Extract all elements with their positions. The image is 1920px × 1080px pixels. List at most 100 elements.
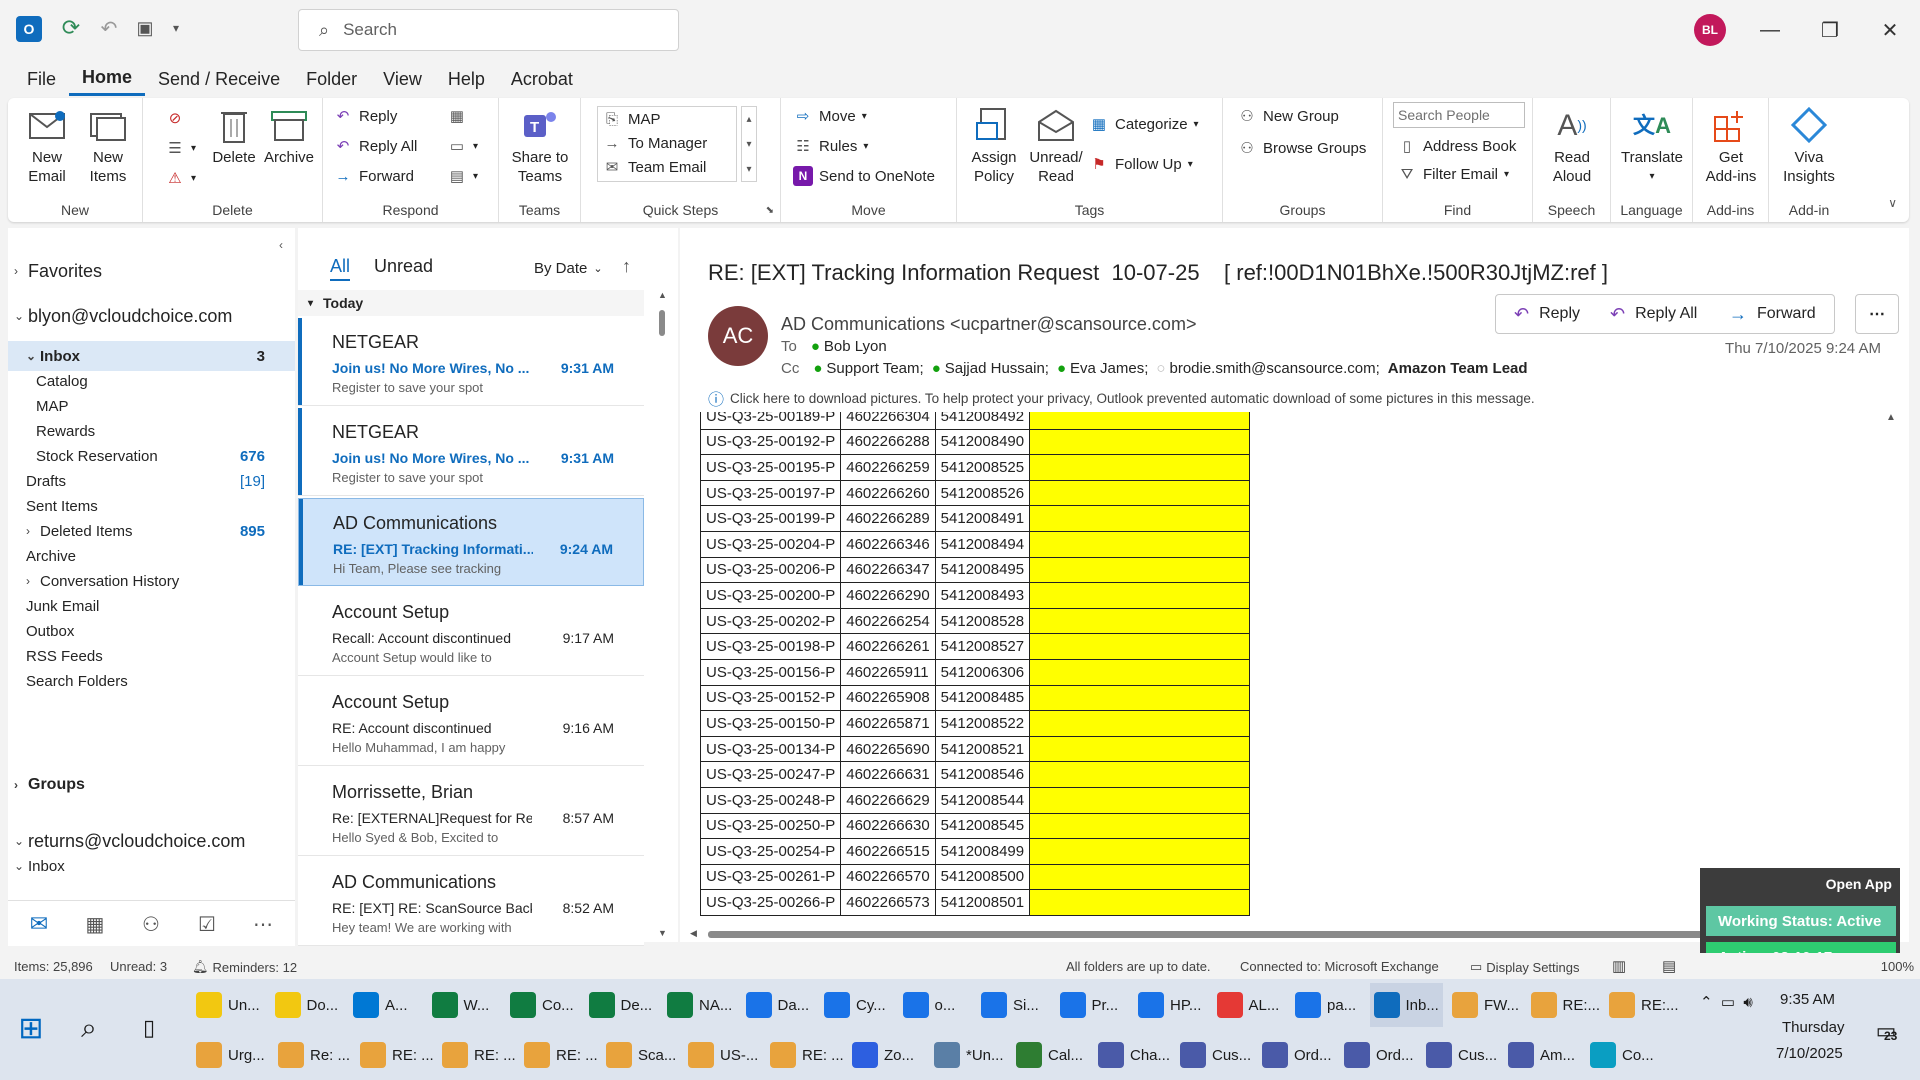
forward-button[interactable]: → Forward <box>333 166 415 186</box>
menu-home[interactable]: Home <box>69 62 146 96</box>
menu-help[interactable]: Help <box>435 62 498 96</box>
dialog-launcher-icon[interactable]: ⬊ <box>766 205 774 216</box>
meeting-button[interactable]: ▦ <box>447 106 467 126</box>
cc-recipient[interactable]: ● Support Team; <box>813 360 923 377</box>
folder-inbox-2[interactable]: ⌄ Inbox <box>8 851 295 881</box>
clean-up-button[interactable]: ☰ ▾ <box>165 138 196 158</box>
taskbar-app[interactable]: Co... <box>506 983 578 1027</box>
delete-button[interactable]: Delete <box>211 104 257 167</box>
mail-icon[interactable]: ✉ <box>24 911 54 937</box>
reminders-status[interactable]: 🔔︎ Reminders: 12 <box>192 959 297 975</box>
new-group-button[interactable]: ⚇ New Group <box>1237 106 1339 126</box>
search-box[interactable]: ⌕ Search <box>298 9 679 51</box>
menu-send-receive[interactable]: Send / Receive <box>145 62 293 96</box>
filter-email-button[interactable]: ⛛ Filter Email ▾ <box>1397 164 1509 184</box>
taskbar-app[interactable]: NA... <box>663 983 736 1027</box>
filter-all-tab[interactable]: All <box>330 256 351 281</box>
ignore-button[interactable]: ⊘ <box>165 108 185 128</box>
taskbar-app[interactable]: Sca... <box>602 1033 680 1077</box>
taskbar-app[interactable]: Ord... <box>1258 1033 1336 1077</box>
vertical-scrollbar[interactable]: ▲ <box>1884 412 1898 988</box>
close-icon[interactable]: ✕ <box>1860 0 1920 60</box>
read-aloud-button[interactable]: A)) Read Aloud <box>1541 104 1603 186</box>
taskbar-app[interactable]: o... <box>899 983 960 1027</box>
quick-step-to-manager[interactable]: → To Manager <box>602 133 708 153</box>
archive-button[interactable]: Archive <box>261 104 317 167</box>
taskbar-app[interactable]: Cal... <box>1012 1033 1087 1077</box>
reply-button[interactable]: ↶ Reply <box>1495 294 1599 334</box>
taskbar-app[interactable]: Pr... <box>1056 983 1123 1027</box>
message-list-scrollbar[interactable]: ▲ ▼ <box>656 290 668 938</box>
menu-folder[interactable]: Folder <box>293 62 370 96</box>
message-item[interactable]: AD Communications RE: [EXT] RE: ScanSourc… <box>298 858 644 946</box>
menu-acrobat[interactable]: Acrobat <box>498 62 586 96</box>
favorites-header[interactable]: › Favorites <box>8 256 295 286</box>
taskbar-app[interactable]: Cus... <box>1422 1033 1501 1077</box>
quick-step-map[interactable]: ⎘ MAP <box>602 109 661 129</box>
sort-by-date[interactable]: By Date ⌄ <box>534 260 603 277</box>
cc-recipient[interactable]: ● Eva James; <box>1057 360 1148 377</box>
customize-qat-icon[interactable]: ▾ <box>166 15 186 41</box>
message-item[interactable]: Morrissette, Brian Re: [EXTERNAL]Request … <box>298 768 644 856</box>
taskbar-app[interactable]: Un... <box>192 983 264 1027</box>
account-avatar[interactable]: BL <box>1694 14 1726 46</box>
taskbar-app[interactable]: Si... <box>977 983 1043 1027</box>
categorize-button[interactable]: ▦ Categorize ▾ <box>1089 114 1199 134</box>
move-button[interactable]: ⇨ Move ▾ <box>793 106 867 126</box>
task-view-icon[interactable]: ▯ <box>132 1011 166 1045</box>
taskbar-app[interactable]: A... <box>349 983 412 1027</box>
quick-step-team-email[interactable]: ✉ Team Email <box>602 157 707 177</box>
email-from[interactable]: AD Communications <ucpartner@scansource.… <box>781 314 1196 335</box>
taskbar-app[interactable]: RE: ... <box>766 1033 848 1077</box>
assign-policy-button[interactable]: Assign Policy <box>965 104 1023 186</box>
cc-recipient[interactable]: ● Sajjad Hussain; <box>932 360 1049 377</box>
im-button[interactable]: ▭ ▾ <box>447 136 478 156</box>
sync-icon[interactable]: ⟳ <box>58 15 84 41</box>
taskbar-app[interactable]: Co... <box>1586 1033 1658 1077</box>
viva-insights-button[interactable]: Viva Insights <box>1777 104 1841 186</box>
taskbar-app[interactable]: RE: ... <box>356 1033 438 1077</box>
taskbar-app[interactable]: Cha... <box>1094 1033 1174 1077</box>
taskbar-app[interactable]: Cus... <box>1176 1033 1255 1077</box>
quick-steps-scroll[interactable]: ▴ ▾ ▾ <box>741 106 757 182</box>
minimize-icon[interactable]: — <box>1740 0 1800 60</box>
taskbar-app[interactable]: Ord... <box>1340 1033 1418 1077</box>
taskbar-app[interactable]: Am... <box>1504 1033 1579 1077</box>
zoom-level[interactable]: 100% <box>1881 959 1914 974</box>
taskbar-app[interactable]: Re: ... <box>274 1033 354 1077</box>
calendar-icon[interactable]: ▦ <box>80 911 110 937</box>
share-to-teams-button[interactable]: T Share to Teams <box>507 104 573 186</box>
tray-icons[interactable]: ⌃ ▭ 🔊︎ <box>1700 993 1753 1011</box>
reply-all-button[interactable]: ↶ Reply All <box>333 136 418 156</box>
filter-unread-tab[interactable]: Unread <box>374 256 433 277</box>
taskbar-app[interactable]: Inb... <box>1369 983 1443 1027</box>
taskbar-app[interactable]: FW... <box>1448 983 1523 1027</box>
taskbar-app[interactable]: De... <box>585 983 657 1027</box>
taskbar-app[interactable]: Zo... <box>848 1033 918 1077</box>
sender-avatar[interactable]: AC <box>708 306 768 366</box>
taskbar-app[interactable]: RE: ... <box>438 1033 520 1077</box>
new-email-button[interactable]: New Email <box>22 104 72 186</box>
taskbar-app[interactable]: Do... <box>271 983 343 1027</box>
address-book-button[interactable]: ▯ Address Book <box>1397 136 1517 156</box>
follow-up-button[interactable]: ⚑ Follow Up ▾ <box>1089 154 1192 174</box>
people-icon[interactable]: ⚇ <box>136 911 166 937</box>
ribbon-collapse-icon[interactable]: ∨ <box>1888 196 1897 210</box>
search-icon[interactable]: ⌕ <box>72 1011 106 1045</box>
more-actions-button[interactable]: ⋯ <box>1855 294 1899 334</box>
cc-recipient[interactable]: Amazon Team Lead <box>1388 360 1528 377</box>
to-recipient[interactable]: ● Bob Lyon <box>811 338 887 355</box>
tasks-icon[interactable]: ☑ <box>192 911 222 937</box>
taskbar-app[interactable]: W... <box>428 983 494 1027</box>
undo-icon[interactable]: ↶ <box>96 15 122 41</box>
message-item[interactable]: AD Communications RE: [EXT] Tracking Info… <box>298 498 644 586</box>
restore-icon[interactable]: ❐ <box>1800 0 1860 60</box>
message-item[interactable]: Account Setup RE: Account discontinued 9:1… <box>298 678 644 766</box>
new-items-button[interactable]: New Items <box>80 104 136 186</box>
translate-button[interactable]: 文A Translate ▾ <box>1617 104 1687 186</box>
message-item[interactable]: NETGEAR Join us! No More Wires, No ... 9:3… <box>298 318 644 406</box>
clock-time[interactable]: 9:35 AM <box>1780 991 1835 1008</box>
taskbar-app[interactable]: pa... <box>1291 983 1360 1027</box>
reading-view-icon[interactable]: ▤ <box>1662 957 1676 975</box>
unread-read-button[interactable]: Unread/ Read <box>1027 104 1085 186</box>
